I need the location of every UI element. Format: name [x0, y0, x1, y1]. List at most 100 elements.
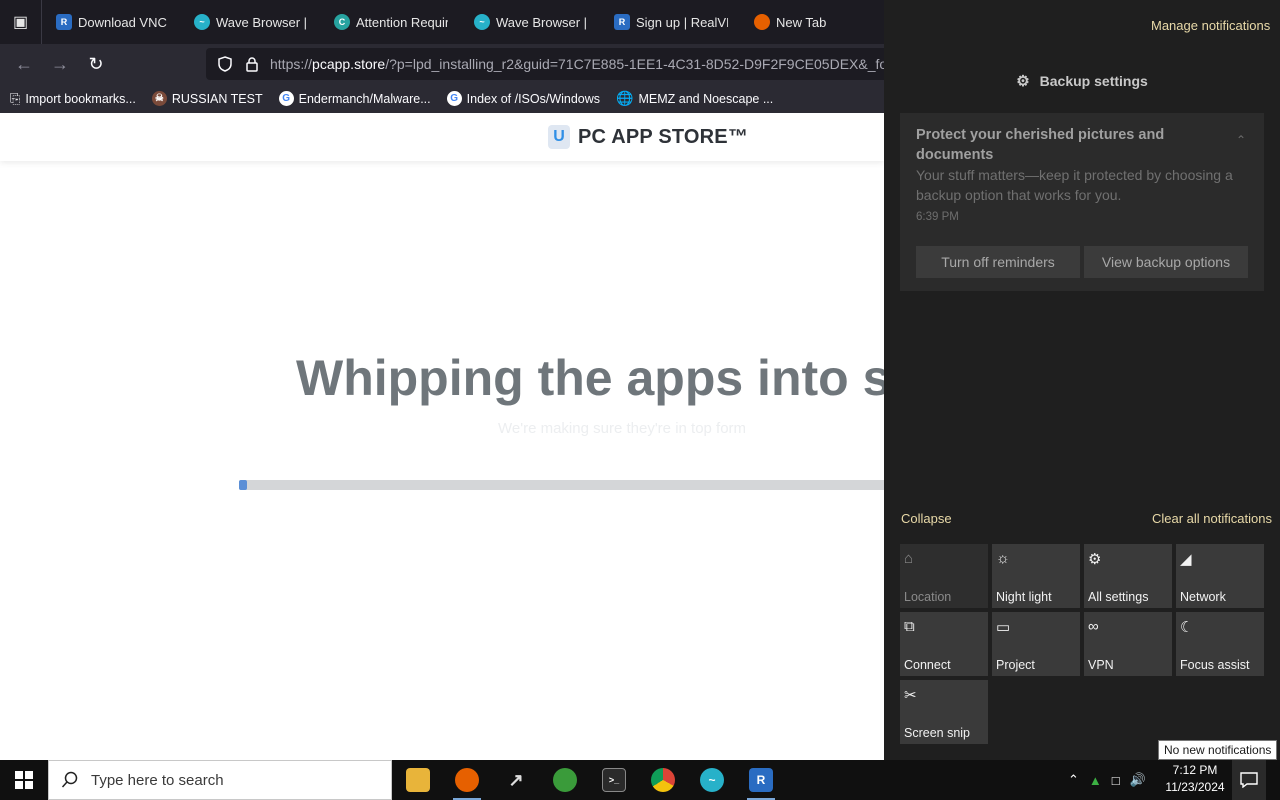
quick-action-vpn[interactable]: ∞ VPN: [1084, 612, 1172, 676]
tab-download-vnc[interactable]: R Download VNC S: [42, 0, 180, 44]
night-light-icon: ☼: [996, 550, 1010, 567]
page-subheadline: We're making sure they're in top form: [498, 420, 747, 437]
gear-icon: ⚙: [1016, 73, 1030, 90]
volume-icon[interactable]: 🔊: [1130, 772, 1146, 788]
taskbar-wave-browser[interactable]: ~: [688, 760, 736, 800]
connect-icon: ⧉: [904, 618, 915, 635]
notification-group-title: Backup settings: [1039, 73, 1148, 89]
quick-action-network[interactable]: ◢ Network: [1176, 544, 1264, 608]
windows-logo-icon: [15, 771, 33, 789]
firefox-icon: [455, 768, 479, 792]
notification-group-header: ⚙ Backup settings: [884, 72, 1280, 90]
quick-action-project[interactable]: ▭ Project: [992, 612, 1080, 676]
start-button[interactable]: [0, 760, 48, 800]
chrome-icon: [651, 768, 675, 792]
web-page: U PC APP STORE™ Whipping the apps into s…: [0, 113, 884, 760]
project-icon: ▭: [996, 619, 1011, 636]
gear-icon: ⚙: [1088, 551, 1102, 568]
location-icon: ⌂: [904, 550, 914, 567]
firefox-icon: [754, 14, 770, 30]
quick-action-connect[interactable]: ⧉ Connect: [900, 612, 988, 676]
notification-icon: [1240, 772, 1258, 788]
system-tray: ⌃ ▲ □ 🔊: [1068, 760, 1146, 800]
notification-body: Your stuff matters—keep it protected by …: [916, 167, 1233, 203]
tab-wave-browser-1[interactable]: ~ Wave Browser | D: [180, 0, 320, 44]
site-logo-text: PC APP STORE™: [578, 125, 749, 148]
bookmark-russian-test[interactable]: ☠ RUSSIAN TEST: [151, 91, 263, 106]
taskbar-clock[interactable]: 7:12 PM 11/23/2024: [1162, 762, 1228, 796]
lock-icon[interactable]: [244, 55, 260, 73]
reload-icon: ↻: [88, 53, 104, 74]
tab-list-icon: ▣: [12, 14, 29, 31]
import-icon: ⎘: [10, 90, 21, 106]
bookmark-import[interactable]: ⎘ Import bookmarks...: [10, 91, 136, 107]
taskbar-terminal[interactable]: >_: [590, 760, 638, 800]
tab-new-tab[interactable]: New Tab: [740, 0, 860, 44]
taskbar-rocket-app[interactable]: ↗: [492, 760, 540, 800]
people-icon: [553, 768, 577, 792]
bookmarks-toolbar: ⎘ Import bookmarks... ☠ RUSSIAN TEST G E…: [0, 84, 884, 113]
collapse-link[interactable]: Collapse: [901, 511, 952, 526]
taskbar-realvnc[interactable]: R: [737, 760, 785, 800]
turn-off-reminders-button[interactable]: Turn off reminders: [916, 246, 1080, 278]
bookmark-memz[interactable]: 🌐 MEMZ and Noescape ...: [616, 90, 773, 107]
manage-notifications-link[interactable]: Manage notifications: [1151, 18, 1270, 33]
taskbar-chrome[interactable]: [639, 760, 687, 800]
address-bar[interactable]: https://pcapp.store/?p=lpd_installing_r2…: [206, 48, 896, 80]
taskbar-file-explorer[interactable]: [394, 760, 442, 800]
quick-action-focus-assist[interactable]: ☾ Focus assist: [1176, 612, 1264, 676]
search-placeholder: Type here to search: [91, 771, 224, 789]
action-center-panel: Manage notifications ⚙ Backup settings P…: [884, 0, 1280, 760]
navigation-toolbar: ← → ↻ https://pcapp.store/?p=lpd_install…: [0, 44, 896, 84]
forward-arrow-icon: →: [51, 53, 69, 74]
scissors-icon: ✂: [904, 687, 917, 704]
quick-action-all-settings[interactable]: ⚙ All settings: [1084, 544, 1172, 608]
backup-notification[interactable]: Protect your cherished pictures and docu…: [900, 113, 1264, 291]
site-header: U PC APP STORE™: [0, 113, 884, 161]
quick-action-location[interactable]: ⌂ Location: [900, 544, 988, 608]
tracking-protection-icon[interactable]: [216, 55, 234, 73]
clear-all-notifications-link[interactable]: Clear all notifications: [1152, 511, 1272, 526]
clock-date: 11/23/2024: [1165, 780, 1225, 794]
browser-tab-bar: ▣ R Download VNC S ~ Wave Browser | D C …: [0, 0, 884, 44]
folder-icon: [406, 768, 430, 792]
bookmark-index-isos[interactable]: G Index of /ISOs/Windows: [446, 91, 600, 106]
network-tray-icon[interactable]: □: [1112, 773, 1120, 788]
globe-icon: 🌐: [616, 90, 634, 106]
terminal-icon: >_: [602, 768, 626, 792]
tab-list-button[interactable]: ▣: [0, 0, 42, 44]
chevron-up-icon[interactable]: ⌃: [1236, 133, 1246, 147]
taskbar-search-box[interactable]: Type here to search: [48, 760, 392, 800]
tab-sign-up-realvnc[interactable]: R Sign up | RealVNC: [600, 0, 740, 44]
tab-attention-required[interactable]: C Attention Require: [320, 0, 460, 44]
view-backup-options-button[interactable]: View backup options: [1084, 246, 1248, 278]
realvnc-icon: R: [749, 768, 773, 792]
realvnc-icon: R: [614, 14, 630, 30]
quick-action-screen-snip[interactable]: ✂ Screen snip: [900, 680, 988, 744]
wave-icon: ~: [194, 14, 210, 30]
forward-button[interactable]: →: [42, 48, 78, 80]
taskbar-firefox[interactable]: [443, 760, 491, 800]
action-center-button[interactable]: [1232, 760, 1266, 800]
chevron-up-icon[interactable]: ⌃: [1068, 772, 1079, 788]
google-icon: G: [278, 91, 294, 106]
bookmark-endermanch[interactable]: G Endermanch/Malware...: [278, 91, 431, 106]
tab-wave-browser-2[interactable]: ~ Wave Browser | Th: [460, 0, 600, 44]
realvnc-icon: R: [56, 14, 72, 30]
page-headline: Whipping the apps into sh: [296, 350, 884, 406]
google-icon: G: [446, 91, 462, 106]
wave-icon: ~: [474, 14, 490, 30]
windows-taskbar: Type here to search ↗ >_ ~ R ⌃ ▲ □ 🔊 7:1…: [0, 760, 1280, 800]
vpn-icon: ∞: [1088, 618, 1099, 635]
back-button[interactable]: ←: [6, 48, 42, 80]
reload-button[interactable]: ↻: [78, 48, 114, 80]
people-tray-icon[interactable]: ▲: [1089, 773, 1102, 788]
quick-action-night-light[interactable]: ☼ Night light: [992, 544, 1080, 608]
site-logo[interactable]: U PC APP STORE™: [548, 125, 748, 149]
install-progress-fill: [239, 480, 247, 490]
notification-time: 6:39 PM: [916, 211, 959, 223]
taskbar-people-app[interactable]: [541, 760, 589, 800]
rocket-icon: ↗: [508, 769, 524, 790]
network-icon: ◢: [1180, 551, 1192, 568]
install-progress-bar: [239, 480, 884, 490]
